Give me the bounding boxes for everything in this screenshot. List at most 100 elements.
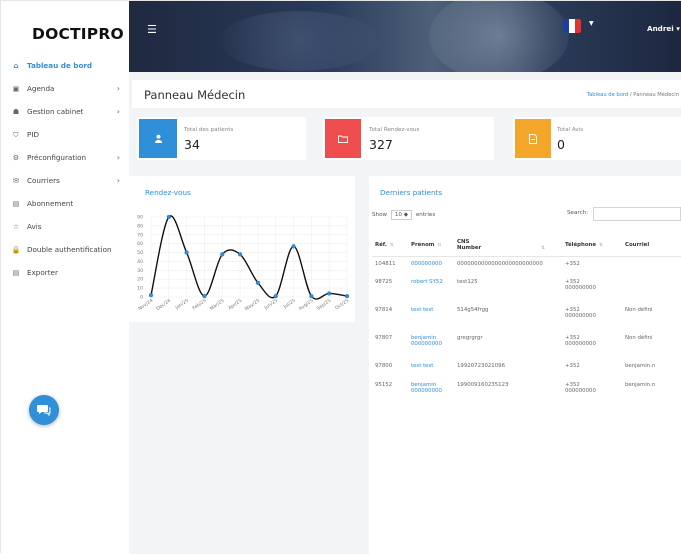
cell-prenom[interactable]: 000000000: [408, 256, 454, 275]
page-header: Panneau Médecin Tableau de bord / Pannea…: [132, 80, 681, 108]
cell-prenom[interactable]: test test: [408, 303, 454, 331]
y-tick-label: 80: [137, 223, 143, 229]
sidebar-item-label: Agenda: [27, 84, 55, 93]
user-menu[interactable]: Andrei ▾: [647, 24, 680, 33]
chevron-right-icon: ›: [116, 84, 120, 93]
table-row[interactable]: 104811 000000000 0000000000000000000000000…: [372, 256, 681, 275]
sidebar-item-label: Double authentification: [27, 245, 112, 254]
calendar-icon: ▣: [12, 84, 20, 93]
chat-button[interactable]: [29, 395, 59, 425]
column-header-cns[interactable]: CNS Number ⇅: [454, 234, 562, 257]
y-tick-label: 60: [137, 241, 143, 247]
stat-value: 0: [557, 137, 565, 152]
cell-cns: test125: [457, 279, 478, 285]
document-icon: ▤: [12, 199, 20, 208]
cell-prenom[interactable]: benjamin 000000000: [408, 331, 454, 359]
cell-cns: 19920723021096: [457, 363, 506, 369]
sidebar-item-agenda[interactable]: ▣ Agenda ›: [1, 77, 129, 100]
column-header-email[interactable]: Courriel: [622, 234, 681, 257]
sidebar-item-courriers[interactable]: ✉ Courriers ›: [1, 169, 129, 192]
sidebar-item-tableau-de-bord[interactable]: ⌂ Tableau de bord: [1, 54, 129, 77]
entries-control: Show 10 ◆ entries: [372, 210, 435, 220]
sidebar-item-abonnement[interactable]: ▤ Abonnement: [1, 192, 129, 215]
cell-ref: 97800: [375, 363, 393, 369]
cell-cns: 514g54frgg: [457, 307, 489, 313]
search-input[interactable]: [593, 207, 681, 221]
stat-label: Total des patients: [184, 127, 234, 133]
sidebar-item-pr-configuration[interactable]: ⚙ Préconfiguration ›: [1, 146, 129, 169]
data-point: [255, 280, 261, 285]
column-header-prenom[interactable]: Prénom ⇅: [408, 234, 454, 257]
sidebar-item-label: Gestion cabinet: [27, 107, 84, 116]
cell-tel: +352 000000000: [565, 382, 596, 394]
data-point: [309, 294, 314, 299]
cell-tel: +352: [565, 363, 580, 369]
patients-title: Derniers patients: [380, 188, 443, 197]
data-point: [184, 250, 189, 255]
search-label: Search:: [567, 210, 589, 216]
sidebar-item-label: Abonnement: [27, 199, 74, 208]
sidebar-nav: ⌂ Tableau de bord ▣ Agenda › ☗ Gestion cabinet…: [1, 54, 129, 284]
series-line: [150, 215, 348, 300]
x-tick-label: Aug/25: [298, 298, 315, 312]
y-tick-label: 50: [137, 250, 143, 256]
data-point: [202, 294, 207, 299]
sidebar-item-exporter[interactable]: ▤ Exporter: [1, 261, 129, 284]
data-point: [148, 293, 154, 298]
table-row[interactable]: 97814 test test 514g54frgg +352 000000000 Non…: [372, 303, 681, 331]
entries-select[interactable]: 10 ◆: [390, 210, 413, 220]
language-flag-icon[interactable]: [563, 19, 581, 33]
x-tick-label: Jul/25: [282, 298, 297, 311]
lock-icon: 🔒: [11, 245, 21, 254]
cell-prenom[interactable]: test test: [408, 359, 454, 378]
sidebar-item-label: Courriers: [27, 176, 60, 185]
stat-label: Total Avis: [557, 127, 584, 133]
stat-card-appointments: Total Rendez-vous 327: [323, 117, 494, 160]
x-tick-label: Feb/25: [191, 298, 207, 312]
stat-label: Total Rendez-vous: [369, 127, 420, 133]
data-point: [220, 252, 225, 257]
breadcrumb-current: Panneau Médecin: [633, 92, 679, 98]
table-row[interactable]: 97807 benjamin 000000000 gregrgrgr +352 00000…: [372, 331, 681, 359]
stat-icon-box: [139, 119, 177, 158]
menu-toggle-icon[interactable]: ☰: [147, 23, 157, 36]
data-point: [237, 252, 243, 257]
sidebar-item-avis[interactable]: ☆ Avis: [1, 215, 129, 238]
column-header-ref[interactable]: Réf. ⇅: [372, 234, 408, 257]
x-tick-label: May/25: [244, 298, 261, 313]
y-tick-label: 10: [137, 286, 143, 292]
cell-tel: +352 000000000: [565, 335, 596, 347]
column-header-telephone[interactable]: Téléphone ⇅: [562, 234, 622, 257]
sidebar-item-gestion-cabinet[interactable]: ☗ Gestion cabinet ›: [1, 100, 129, 123]
stat-value: 327: [369, 137, 393, 152]
cell-ref: 97814: [375, 307, 393, 313]
patients-table: Réf. ⇅ Prénom ⇅ CNS Number ⇅ Téléphone ⇅ Cou…: [372, 234, 681, 406]
cell-ref: 95152: [375, 382, 393, 388]
sidebar-item-label: Avis: [27, 222, 42, 231]
x-tick-label: Apr/25: [227, 298, 243, 312]
table-row[interactable]: 97800 test test 19920723021096 +352 benjamin…: [372, 359, 681, 378]
stat-icon-box: [325, 119, 361, 158]
stat-card-reviews: Total Avis 0: [513, 117, 681, 160]
cell-prenom[interactable]: benjamin 000000000: [408, 378, 454, 406]
pid-icon: ⛉: [13, 129, 19, 139]
table-row[interactable]: 98725 robert SY52 test125 +352 000000000: [372, 275, 681, 303]
cell-tel: +352 000000000: [565, 307, 596, 319]
table-row[interactable]: 95152 benjamin 000000000 19900916023512З +35…: [372, 378, 681, 406]
cell-email: benjamin.n: [625, 382, 656, 388]
sidebar-item-pid[interactable]: ⛉ PID: [1, 123, 129, 146]
sidebar-item-double-authentification[interactable]: 🔒 Double authentification: [1, 238, 129, 261]
cell-cns: 19900916023512З: [457, 382, 509, 388]
file-icon: [529, 133, 537, 144]
users-icon: ☗: [12, 107, 20, 116]
cell-prenom[interactable]: robert SY52: [408, 275, 454, 303]
cell-email: Non défini: [625, 335, 653, 341]
folder-icon: [338, 135, 348, 143]
caret-down-icon[interactable]: ▼: [589, 20, 594, 27]
y-tick-label: 40: [137, 259, 143, 265]
appointments-chart-card: Rendez-vous 0 10 20 30 40 50 60 70 80 90 Nov/24 Dec…: [129, 176, 355, 322]
breadcrumb-home-link[interactable]: Tableau de bord: [587, 92, 628, 98]
cell-email: [622, 256, 681, 275]
user-icon: [154, 134, 162, 143]
x-tick-label: Jun/25: [263, 298, 279, 312]
